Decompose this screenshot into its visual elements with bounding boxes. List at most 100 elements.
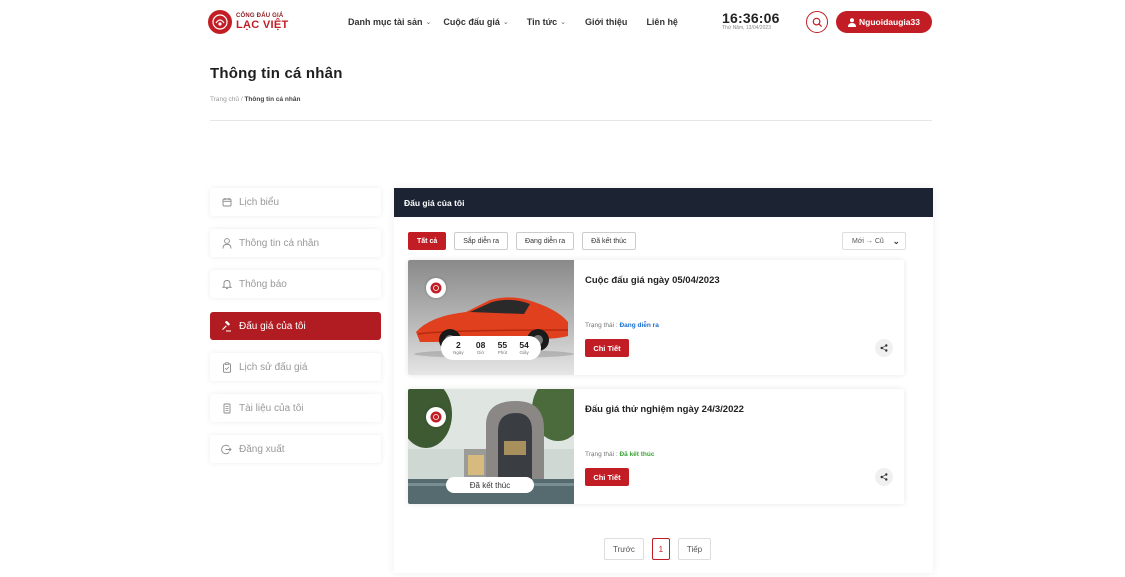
user-account-button[interactable]: Nguoidaugia33	[836, 11, 932, 33]
nav-item-lien-he[interactable]: Liên hệ	[646, 17, 678, 27]
sidebar-item-my-documents[interactable]: Tài liệu của tôi	[210, 394, 381, 422]
status-value: Đang diễn ra	[619, 322, 659, 329]
nav-label: Cuộc đấu giá	[443, 17, 500, 27]
countdown-label: Giây	[519, 349, 529, 355]
detail-button[interactable]: Chi Tiết	[585, 468, 629, 486]
sort-value: Mới → Cũ	[852, 237, 884, 245]
my-auctions-panel: Đấu giá của tôi Tất cả Sắp diễn ra Đang …	[394, 188, 933, 573]
pagination: Trước 1 Tiếp	[604, 538, 712, 560]
pagination-prev[interactable]: Trước	[604, 538, 644, 560]
share-button[interactable]	[875, 468, 893, 486]
share-button[interactable]	[875, 339, 893, 357]
status-label: Trạng thái :	[585, 451, 620, 458]
calendar-icon	[221, 197, 232, 208]
share-icon	[880, 473, 888, 481]
detail-button[interactable]: Chi Tiết	[585, 339, 629, 357]
main-nav: Danh mục tài sản ⌄ Cuộc đấu giá ⌄ Tin tứ…	[348, 17, 678, 27]
countdown-label: Phút	[497, 349, 507, 355]
clock-time: 16:36:06	[722, 10, 780, 26]
share-icon	[880, 344, 888, 352]
title-divider	[210, 120, 932, 121]
filter-upcoming[interactable]: Sắp diễn ra	[454, 232, 509, 250]
pagination-page-current[interactable]: 1	[651, 538, 670, 560]
user-icon	[848, 17, 857, 27]
document-icon	[221, 403, 232, 414]
nav-item-tin-tuc[interactable]: Tin tức ⌄	[527, 17, 566, 27]
logout-icon	[221, 444, 232, 455]
filter-ended[interactable]: Đã kết thúc	[582, 232, 636, 250]
countdown-minutes: 55 Phút	[498, 341, 507, 355]
countdown-timer: 2 Ngày 08 Giờ 55 Phút 54 Giây	[441, 336, 541, 360]
auction-card: 2 Ngày 08 Giờ 55 Phút 54 Giây Cuộc đấu giá n…	[408, 260, 904, 375]
sidebar-item-profile[interactable]: Thông tin cá nhân	[210, 229, 381, 257]
ended-badge: Đã kết thúc	[446, 477, 534, 493]
site-logo[interactable]: CỔNG ĐẤU GIÁ LẠC VIỆT	[208, 10, 289, 34]
page-title: Thông tin cá nhân	[210, 65, 343, 82]
search-button[interactable]	[806, 11, 828, 33]
auction-title[interactable]: Cuộc đấu giá ngày 05/04/2023	[585, 275, 720, 286]
sort-select[interactable]: Mới → Cũ ⌄	[842, 232, 906, 250]
user-icon	[221, 237, 232, 249]
nav-item-danh-muc[interactable]: Danh mục tài sản ⌄	[348, 17, 431, 27]
sidebar-item-my-auctions[interactable]: Đấu giá của tôi	[210, 312, 381, 340]
bell-icon	[221, 279, 232, 290]
clock-date: Thứ Năm, 13/04/2023	[722, 25, 771, 31]
auction-status: Trạng thái : Đang diễn ra	[585, 322, 659, 329]
auction-title[interactable]: Đấu giá thử nghiệm ngày 24/3/2022	[585, 404, 744, 415]
sidebar-item-notifications[interactable]: Thông báo	[210, 270, 381, 298]
status-value: Đã kết thúc	[619, 451, 655, 458]
filter-ongoing[interactable]: Đang diễn ra	[516, 232, 575, 250]
countdown-days: 2 Ngày	[453, 341, 464, 355]
nav-label: Giới thiệu	[585, 17, 628, 27]
user-name: Nguoidaugia33	[859, 17, 920, 27]
auction-image-car[interactable]: 2 Ngày 08 Giờ 55 Phút 54 Giây	[408, 260, 574, 375]
countdown-seconds: 54 Giây	[519, 341, 528, 355]
card-logo-icon	[426, 278, 446, 298]
countdown-label: Giờ	[476, 349, 485, 355]
sidebar-item-auction-history[interactable]: Lịch sử đấu giá	[210, 353, 381, 381]
countdown-value: 55	[497, 340, 508, 350]
logo-title: LẠC VIỆT	[236, 19, 289, 31]
sidebar-item-label: Đấu giá của tôi	[239, 320, 306, 332]
countdown-label: Ngày	[453, 349, 464, 355]
auction-card: Đã kết thúc Đấu giá thử nghiệm ngày 24/3…	[408, 389, 904, 504]
chevron-down-icon: ⌄	[560, 19, 567, 26]
auction-status: Trạng thái : Đã kết thúc	[585, 451, 655, 458]
sidebar-item-label: Lịch sử đấu giá	[239, 361, 308, 373]
search-icon	[812, 17, 822, 27]
sidebar-item-label: Thông tin cá nhân	[239, 237, 320, 249]
sidebar-item-logout[interactable]: Đăng xuất	[210, 435, 381, 463]
nav-item-gioi-thieu[interactable]: Giới thiệu	[585, 17, 627, 27]
top-header: CỔNG ĐẤU GIÁ LẠC VIỆT Danh mục tài sản ⌄…	[0, 0, 1125, 46]
breadcrumb: Trang chủ / Thông tin cá nhân	[210, 96, 300, 103]
countdown-value: 2	[456, 340, 461, 350]
panel-heading: Đấu giá của tôi	[394, 188, 933, 217]
filter-all[interactable]: Tất cả	[408, 232, 447, 250]
nav-label: Liên hệ	[646, 17, 678, 27]
countdown-hours: 08 Giờ	[476, 341, 485, 355]
breadcrumb-home[interactable]: Trang chủ	[210, 96, 239, 103]
nav-label: Tin tức	[526, 17, 558, 27]
pagination-next[interactable]: Tiếp	[677, 538, 712, 560]
countdown-value: 08	[475, 340, 486, 350]
status-label: Trạng thái :	[585, 322, 620, 329]
auction-image-house[interactable]: Đã kết thúc	[408, 389, 574, 504]
gavel-icon	[221, 320, 232, 332]
chevron-down-icon: ⌄	[892, 235, 900, 246]
sidebar-item-label: Tài liệu của tôi	[239, 402, 304, 414]
sidebar-item-schedule[interactable]: Lịch biểu	[210, 188, 381, 216]
sidebar-item-label: Đăng xuất	[239, 443, 285, 455]
clipboard-icon	[221, 361, 232, 373]
countdown-value: 54	[519, 340, 529, 350]
header-clock: 16:36:06 Thứ Năm, 13/04/2023	[722, 11, 780, 31]
card-logo-icon	[426, 407, 446, 427]
sidebar-item-label: Thông báo	[239, 278, 287, 290]
nav-label: Danh mục tài sản	[348, 17, 423, 27]
status-filters: Tất cả Sắp diễn ra Đang diễn ra Đã kết t…	[408, 232, 636, 250]
sidebar-item-label: Lịch biểu	[239, 196, 280, 208]
chevron-down-icon: ⌄	[425, 19, 432, 26]
chevron-down-icon: ⌄	[502, 19, 509, 26]
nav-item-cuoc-dau-gia[interactable]: Cuộc đấu giá ⌄	[443, 17, 508, 27]
logo-emblem-icon	[208, 10, 232, 34]
breadcrumb-current: Thông tin cá nhân	[244, 96, 301, 103]
